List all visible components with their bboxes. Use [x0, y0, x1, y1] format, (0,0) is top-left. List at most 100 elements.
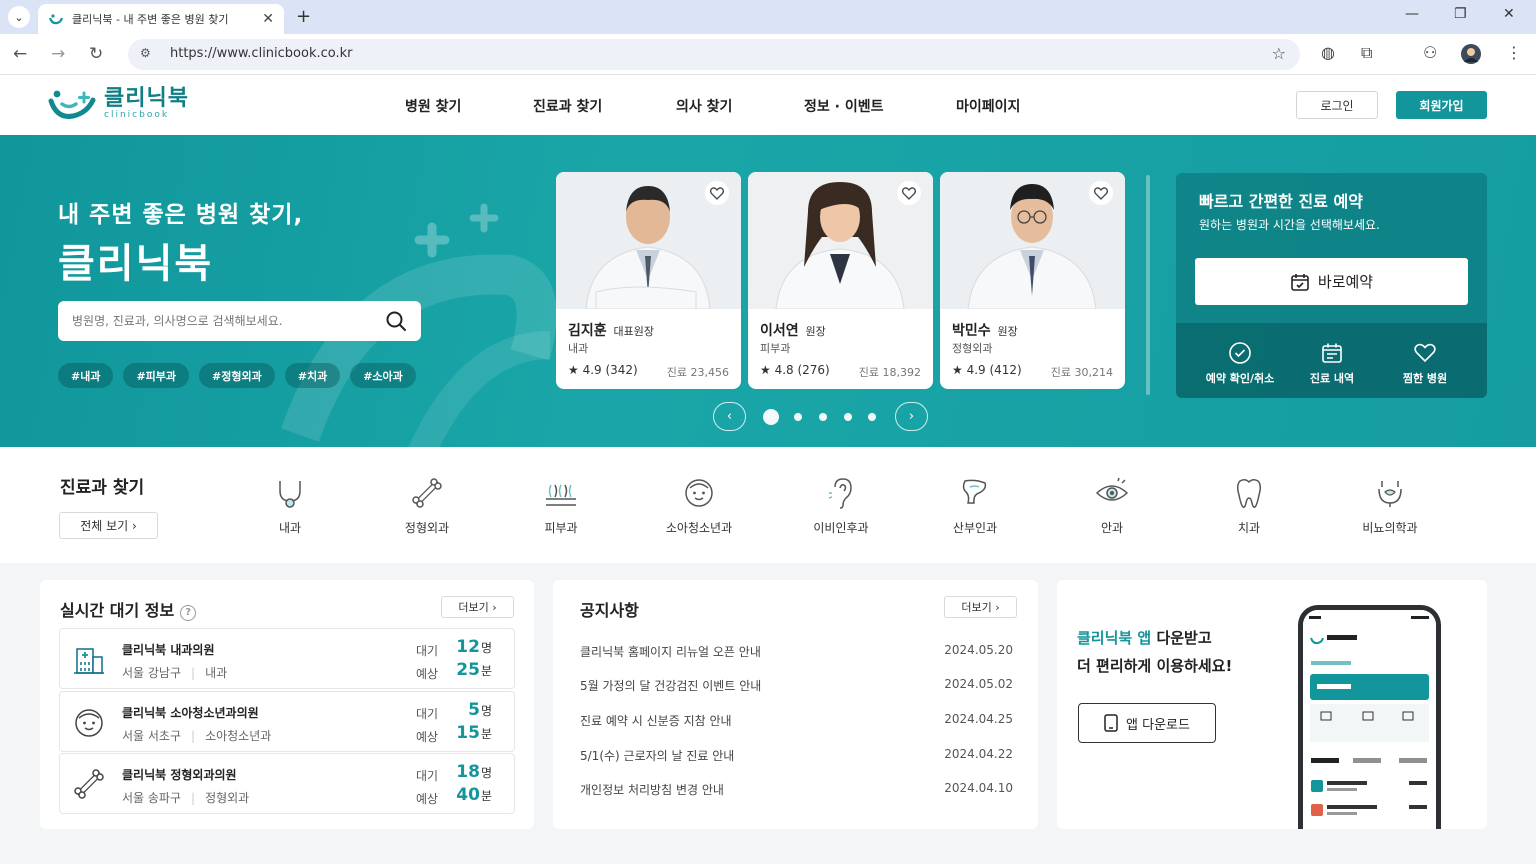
hospital-area: 서울 서초구	[122, 729, 182, 743]
dept-ent[interactable]: 이비인후과	[786, 475, 896, 536]
book-now-button[interactable]: 바로예약	[1195, 258, 1468, 305]
doctor-card[interactable]: 박민수 원장 정형외과 ★ 4.9 (412) 진료 30,214	[940, 172, 1125, 389]
wait-row[interactable]: 클리닉북 소아청소년과의원 서울 서초구 | 소아청소년과 대기 5명 예상 15분	[59, 691, 515, 752]
favicon-icon	[48, 14, 64, 25]
dept-label: 피부과	[544, 521, 578, 535]
dept-obgyn[interactable]: 산부인과	[920, 475, 1030, 536]
profile-avatar[interactable]	[1461, 44, 1481, 64]
search-icon[interactable]	[385, 310, 407, 332]
notice-title: 개인정보 처리방침 변경 안내	[580, 783, 724, 797]
app-promo-line2: 더 편리하게 이용하세요!	[1077, 657, 1233, 675]
booking-subtitle: 원하는 병원과 시간을 선택해보세요.	[1199, 218, 1380, 232]
account-icon[interactable]: ⚇	[1423, 43, 1437, 62]
dept-label: 정형외과	[404, 521, 450, 535]
site-logo[interactable]: 클리닉북 clinicbook	[48, 87, 189, 121]
forward-icon[interactable]: →	[51, 44, 65, 64]
nav-mypage[interactable]: 마이페이지	[956, 96, 1020, 116]
hashtag-chip[interactable]: #피부과	[123, 363, 190, 388]
window-close-icon[interactable]: ✕	[1503, 6, 1515, 22]
bookmark-star-icon[interactable]: ☆	[1272, 44, 1286, 63]
quick-reservation-check[interactable]: 예약 확인/취소	[1190, 341, 1290, 386]
favorite-heart-icon[interactable]	[897, 181, 921, 205]
wait-count-unit: 명	[480, 641, 492, 655]
bone-icon	[412, 478, 442, 508]
nav-hospital-search[interactable]: 병원 찾기	[405, 96, 461, 116]
app-download-button[interactable]: 앱 다운로드	[1078, 703, 1216, 743]
favorite-heart-icon[interactable]	[705, 181, 729, 205]
reload-icon[interactable]: ↻	[89, 44, 103, 64]
hero-search-box	[58, 301, 421, 341]
carousel-next-button[interactable]: ›	[895, 402, 928, 431]
hashtag-chip[interactable]: #치과	[284, 363, 341, 388]
doctor-card[interactable]: 김지훈 대표원장 내과 ★ 4.9 (342) 진료 23,456	[556, 172, 741, 389]
notice-item[interactable]: 5/1(수) 근로자의 날 진료 안내 2024.04.22	[580, 747, 1013, 764]
wait-count-unit: 명	[480, 766, 492, 780]
dept-pediatrics[interactable]: 소아청소년과	[644, 475, 754, 536]
vpn-icon[interactable]: ◍	[1321, 43, 1335, 62]
notice-item[interactable]: 진료 예약 시 신분증 지참 안내 2024.04.25	[580, 712, 1013, 729]
carousel-dot[interactable]	[868, 413, 876, 421]
quick-label: 찜한 병원	[1402, 372, 1448, 385]
doctor-role: 대표원장	[613, 325, 654, 338]
nav-info-events[interactable]: 정보 · 이벤트	[804, 96, 883, 116]
dept-dentistry[interactable]: 치과	[1194, 475, 1304, 536]
new-tab-button[interactable]: +	[296, 6, 311, 27]
department-section: 진료과 찾기 전체 보기 › 내과 정형외과 피부과 소아청소년과 이비인후과 …	[0, 447, 1536, 563]
minimize-icon[interactable]: —	[1405, 6, 1419, 22]
hospital-location: 서울 서초구 | 소아청소년과	[122, 729, 272, 743]
tab-list-button[interactable]: ⌄	[8, 6, 30, 28]
login-button[interactable]: 로그인	[1296, 91, 1378, 119]
signup-button[interactable]: 회원가입	[1396, 91, 1487, 119]
restore-icon[interactable]: ❐	[1454, 6, 1467, 22]
carousel-dot[interactable]	[844, 413, 852, 421]
browser-tab[interactable]: 클리닉북 - 내 주변 좋은 병원 찾기 ✕	[38, 4, 284, 34]
carousel-prev-button[interactable]: ‹	[713, 402, 746, 431]
carousel-dot[interactable]	[763, 409, 779, 425]
back-icon[interactable]: ←	[13, 44, 27, 64]
site-settings-icon[interactable]: ⚙	[140, 46, 151, 60]
notice-item[interactable]: 5월 가정의 달 건강검진 이벤트 안내 2024.05.02	[580, 677, 1013, 694]
extensions-icon[interactable]: ⧉	[1361, 43, 1372, 63]
app-promo-line1-rest: 다운받고	[1151, 629, 1212, 647]
help-icon[interactable]: ?	[180, 605, 197, 621]
dept-urology[interactable]: 비뇨의학과	[1335, 475, 1445, 536]
logo-text-en: clinicbook	[104, 110, 170, 120]
eta-value: 25	[456, 660, 480, 680]
quick-treatment-history[interactable]: 진료 내역	[1282, 341, 1382, 386]
doctor-visit-count: 진료 30,214	[1050, 366, 1113, 379]
carousel-dot[interactable]	[794, 413, 802, 421]
eta-label: 예상	[416, 792, 439, 806]
dept-ophthalmology[interactable]: 안과	[1057, 475, 1167, 536]
doctor-visit-count: 진료 18,392	[858, 366, 921, 379]
notice-item[interactable]: 개인정보 처리방침 변경 안내 2024.04.10	[580, 781, 1013, 798]
menu-icon[interactable]: ⋮	[1506, 43, 1522, 62]
nav-doctor-search[interactable]: 의사 찾기	[676, 96, 732, 116]
wait-row[interactable]: 클리닉북 정형외과의원 서울 송파구 | 정형외과 대기 18명 예상 40분	[59, 753, 515, 814]
doctor-role: 원장	[997, 325, 1018, 338]
dept-orthopedics[interactable]: 정형외과	[372, 475, 482, 536]
hashtag-chip[interactable]: #내과	[58, 363, 114, 388]
notice-more-button[interactable]: 더보기 ›	[944, 596, 1017, 618]
url-text: https://www.clinicbook.co.kr	[170, 46, 353, 61]
doctor-name: 김지훈	[568, 323, 607, 339]
carousel-dot[interactable]	[819, 413, 827, 421]
notice-date: 2024.05.02	[944, 677, 1013, 691]
nav-department-search[interactable]: 진료과 찾기	[533, 96, 602, 116]
address-bar[interactable]: ⚙ https://www.clinicbook.co.kr ☆	[128, 39, 1300, 70]
doctor-card[interactable]: 이서연 원장 피부과 ★ 4.8 (276) 진료 18,392	[748, 172, 933, 389]
notice-item[interactable]: 클리닉북 홈페이지 리뉴얼 오픈 안내 2024.05.20	[580, 643, 1013, 660]
wait-more-button[interactable]: 더보기 ›	[441, 596, 514, 618]
wait-row[interactable]: 클리닉북 내과의원 서울 강남구 | 내과 대기 12명 예상 25분	[59, 628, 515, 689]
hospital-search-input[interactable]	[72, 301, 372, 341]
view-all-departments-button[interactable]: 전체 보기 ›	[59, 512, 158, 539]
dept-dermatology[interactable]: 피부과	[506, 475, 616, 536]
hashtag-chip[interactable]: #소아과	[350, 363, 416, 388]
dept-internal-medicine[interactable]: 내과	[235, 475, 345, 536]
check-circle-icon	[1229, 342, 1251, 364]
favorite-heart-icon[interactable]	[1089, 181, 1113, 205]
doctor-name: 이서연	[760, 323, 799, 339]
close-tab-icon[interactable]: ✕	[262, 11, 274, 27]
hashtag-chip[interactable]: #정형외과	[199, 363, 275, 388]
quick-favorite-hospitals[interactable]: 찜한 병원	[1375, 341, 1475, 386]
notice-date: 2024.04.10	[944, 781, 1013, 795]
